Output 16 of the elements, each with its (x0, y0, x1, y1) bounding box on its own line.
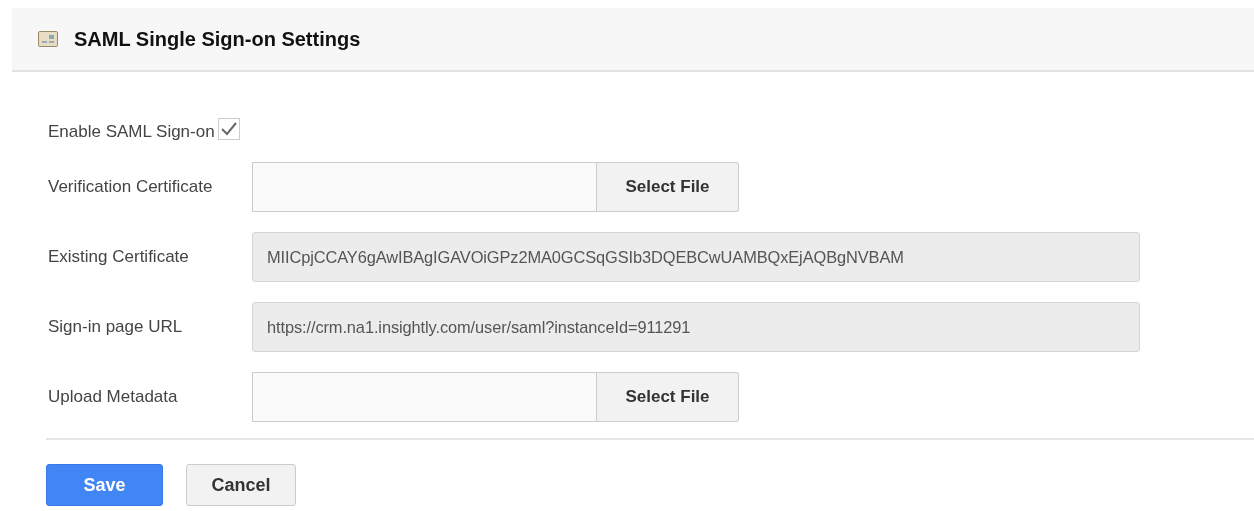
field-label: Existing Certificate (48, 247, 190, 267)
file-field[interactable] (252, 162, 597, 212)
field-label: Upload Metadata (48, 387, 179, 407)
cancel-button[interactable]: Cancel (186, 464, 296, 506)
save-button[interactable]: Save (46, 464, 163, 506)
checkbox[interactable] (217, 118, 240, 140)
field-label: Verification Certificate (48, 177, 214, 197)
select-file-button[interactable]: Select File (597, 372, 739, 422)
certificate-icon (38, 31, 58, 47)
select-file-button[interactable]: Select File (597, 162, 739, 212)
readonly-field: https://crm.na1.insightly.com/user/saml?instanceId=911291 (252, 302, 1140, 352)
readonly-field: MIICpjCCAY6gAwIBAgIGAVOiGPz2MA0GCSqGSIb3DQEBCwUAMBQxEjAQBgNVBAM (252, 232, 1140, 282)
field-label: Sign-in page URL (48, 317, 184, 337)
page-title: SAML Single Sign-on Settings (74, 27, 361, 51)
field-label: Enable SAML Sign-on (48, 122, 215, 142)
file-field[interactable] (252, 372, 597, 422)
